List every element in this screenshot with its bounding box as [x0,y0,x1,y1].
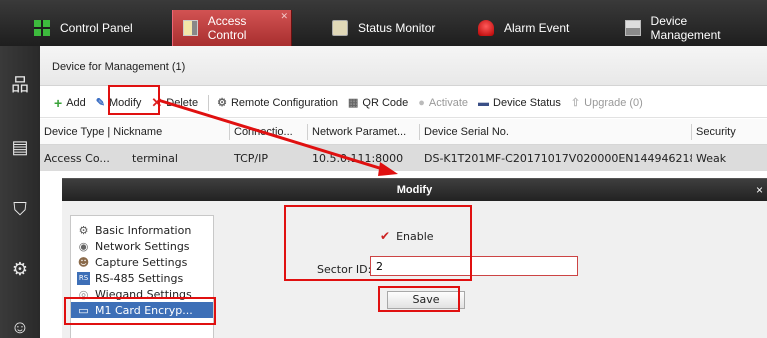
card-icon: ▭ [78,303,89,317]
cell-security: Weak [696,151,727,165]
rs-icon: RS [77,271,90,285]
nav-label: Network Settings [95,239,190,253]
cell-network: 10.5.0.111:8000 [312,151,404,165]
user-icon: ☻ [77,255,90,269]
door-icon [183,20,198,36]
table-header: Device Type | Nickname Connectio... Netw… [40,119,767,145]
settings-icon[interactable]: ⚙ [9,258,31,280]
nav-label: Wiegand Settings [95,287,192,301]
cell-nickname: terminal [132,151,178,165]
nav-label: Capture Settings [95,255,188,269]
cell-device-type: Access Co... [44,151,110,165]
column-header-type-nickname[interactable]: Device Type | Nickname [40,123,230,140]
device-icon [625,20,641,36]
document-icon[interactable]: ▤ [9,136,31,158]
section-title: Device for Management (1) [40,46,767,86]
tab-access-control[interactable]: Access Control ✕ [172,10,292,46]
nav-label: Basic Information [95,223,192,237]
delete-label: Delete [166,96,199,109]
activate-label: Activate [428,96,469,109]
tab-control-panel[interactable]: Control Panel [24,10,143,46]
sector-id-label: Sector ID: [317,263,372,276]
upgrade-icon: ⇧ [570,97,581,109]
save-button[interactable]: Save [387,291,465,309]
tab-status-monitor[interactable]: Status Monitor [322,10,445,46]
checkmark-icon: ✔ [380,229,391,243]
tab-label: Status Monitor [358,21,436,35]
tab-label: Access Control [207,14,247,42]
qr-code-icon: ▦ [347,97,359,109]
shield-icon[interactable]: ⛉ [9,198,31,220]
cell-serial: DS-K1T201MF-C20171017V020000EN144946218 [424,151,692,165]
column-header-connection[interactable]: Connectio... [230,123,308,140]
device-status-label: Device Status [493,96,561,109]
left-sidebar: 品 ▤ ⛉ ⚙ ☺ [0,46,40,338]
grid-icon [34,20,50,36]
qr-code-button[interactable]: ▦ QR Code [347,96,409,110]
add-label: Add [66,96,86,109]
nav-wiegand-settings[interactable]: ◎ Wiegand Settings [77,286,192,302]
gear-icon: ⚙ [78,223,89,237]
nav-label: RS-485 Settings [95,271,184,285]
globe-icon: ◉ [78,239,89,253]
nav-capture-settings[interactable]: ☻ Capture Settings [77,254,188,270]
dialog-title: Modify [62,179,767,201]
toolbar: + Add ✎ Modify ✕ Delete ⚙ Remote Configu… [40,88,767,118]
table-row[interactable]: Access Co... terminal TCP/IP 10.5.0.111:… [40,145,767,171]
tab-alarm-event[interactable]: Alarm Event [468,10,579,46]
upgrade-label: Upgrade (0) [584,96,643,109]
modify-dialog: Modify × ⚙ Basic Information ◉ Network S… [62,178,767,338]
upgrade-button[interactable]: ⇧ Upgrade (0) [570,96,643,110]
modify-label: Modify [108,96,142,109]
remote-config-label: Remote Configuration [230,96,338,109]
person-icon[interactable]: ☺ [9,316,31,338]
delete-icon: ✕ [151,94,163,110]
wiegand-icon: ◎ [78,287,89,301]
column-header-serial[interactable]: Device Serial No. [420,123,692,140]
tab-label: Device Management [650,14,721,42]
monitor-icon [332,20,348,36]
add-button[interactable]: + Add [54,95,86,111]
column-header-network[interactable]: Network Paramet... [308,123,420,140]
qr-code-label: QR Code [362,96,409,109]
plus-icon: + [54,94,63,111]
edit-icon: ✎ [95,97,105,109]
status-icon: ▬ [478,96,490,109]
cell-connection: TCP/IP [234,151,268,165]
nav-network-settings[interactable]: ◉ Network Settings [77,238,190,254]
close-tab-icon[interactable]: ✕ [280,11,288,22]
remote-configuration-button[interactable]: ⚙ Remote Configuration [217,96,338,110]
gear-icon: ⚙ [217,97,227,109]
nav-label: M1 Card Encryp... [95,303,193,317]
device-status-button[interactable]: ▬ Device Status [478,97,561,109]
nav-m1-card-encryption[interactable]: ▭ M1 Card Encryp... [71,302,213,318]
enable-label: Enable [396,229,434,243]
bulb-icon: ● [418,96,425,109]
alarm-icon [478,20,494,36]
activate-button[interactable]: ● Activate [418,97,468,109]
nav-basic-information[interactable]: ⚙ Basic Information [77,222,192,238]
enable-checkbox[interactable]: ✔ Enable [380,229,434,243]
network-icon[interactable]: 品 [9,74,31,96]
sector-id-input[interactable] [370,256,578,276]
settings-nav-list: ⚙ Basic Information ◉ Network Settings ☻… [70,215,214,338]
modify-button[interactable]: ✎ Modify [95,96,142,110]
nav-rs485-settings[interactable]: RS RS-485 Settings [77,270,183,286]
toolbar-divider [208,94,210,111]
tab-label: Control Panel [60,21,133,35]
column-header-security[interactable]: Security [692,124,767,140]
close-icon[interactable]: × [756,179,763,201]
delete-button[interactable]: ✕ Delete [151,95,198,111]
tab-label: Alarm Event [504,21,570,35]
top-tab-bar: Control Panel Access Control ✕ Status Mo… [0,0,767,46]
tab-device-management[interactable]: Device Management [615,10,767,46]
